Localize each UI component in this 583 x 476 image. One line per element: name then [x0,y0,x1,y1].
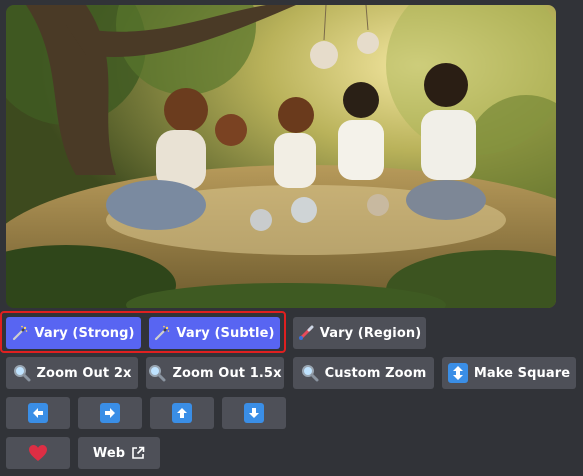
vary-strong-button[interactable]: Vary (Strong) [6,317,141,349]
magnifier-icon [13,364,31,382]
zoom-out-1-5x-button[interactable]: Zoom Out 1.5x [146,357,284,389]
zoom-out-1-5x-label: Zoom Out 1.5x [172,365,282,381]
zoom-out-2x-button[interactable]: Zoom Out 2x [6,357,138,389]
web-label: Web [92,445,126,461]
generated-image[interactable] [6,5,556,308]
image-illustration [6,5,556,308]
paintbrush-icon [298,325,314,341]
pan-up-button[interactable] [150,397,214,429]
vary-strong-label: Vary (Strong) [34,325,135,341]
arrow-down-icon [244,403,264,423]
vary-subtle-label: Vary (Subtle) [176,325,275,341]
external-link-icon [131,446,145,460]
arrow-left-icon [28,403,48,423]
custom-zoom-label: Custom Zoom [324,365,427,381]
heart-icon [28,444,48,462]
vary-region-label: Vary (Region) [319,325,422,341]
magic-wand-icon [154,325,170,341]
pan-down-button[interactable] [222,397,286,429]
magic-wand-icon [12,325,28,341]
pan-right-button[interactable] [78,397,142,429]
make-square-button[interactable]: Make Square [442,357,576,389]
pan-left-button[interactable] [6,397,70,429]
zoom-out-2x-label: Zoom Out 2x [36,365,132,381]
web-button[interactable]: Web [78,437,160,469]
magnifier-icon [301,364,319,382]
up-down-arrow-icon [447,363,468,383]
favorite-button[interactable] [6,437,70,469]
magnifier-icon [148,364,166,382]
custom-zoom-button[interactable]: Custom Zoom [293,357,434,389]
make-square-label: Make Square [473,365,571,381]
arrow-right-icon [100,403,120,423]
vary-subtle-button[interactable]: Vary (Subtle) [149,317,280,349]
arrow-up-icon [172,403,192,423]
vary-region-button[interactable]: Vary (Region) [293,317,426,349]
